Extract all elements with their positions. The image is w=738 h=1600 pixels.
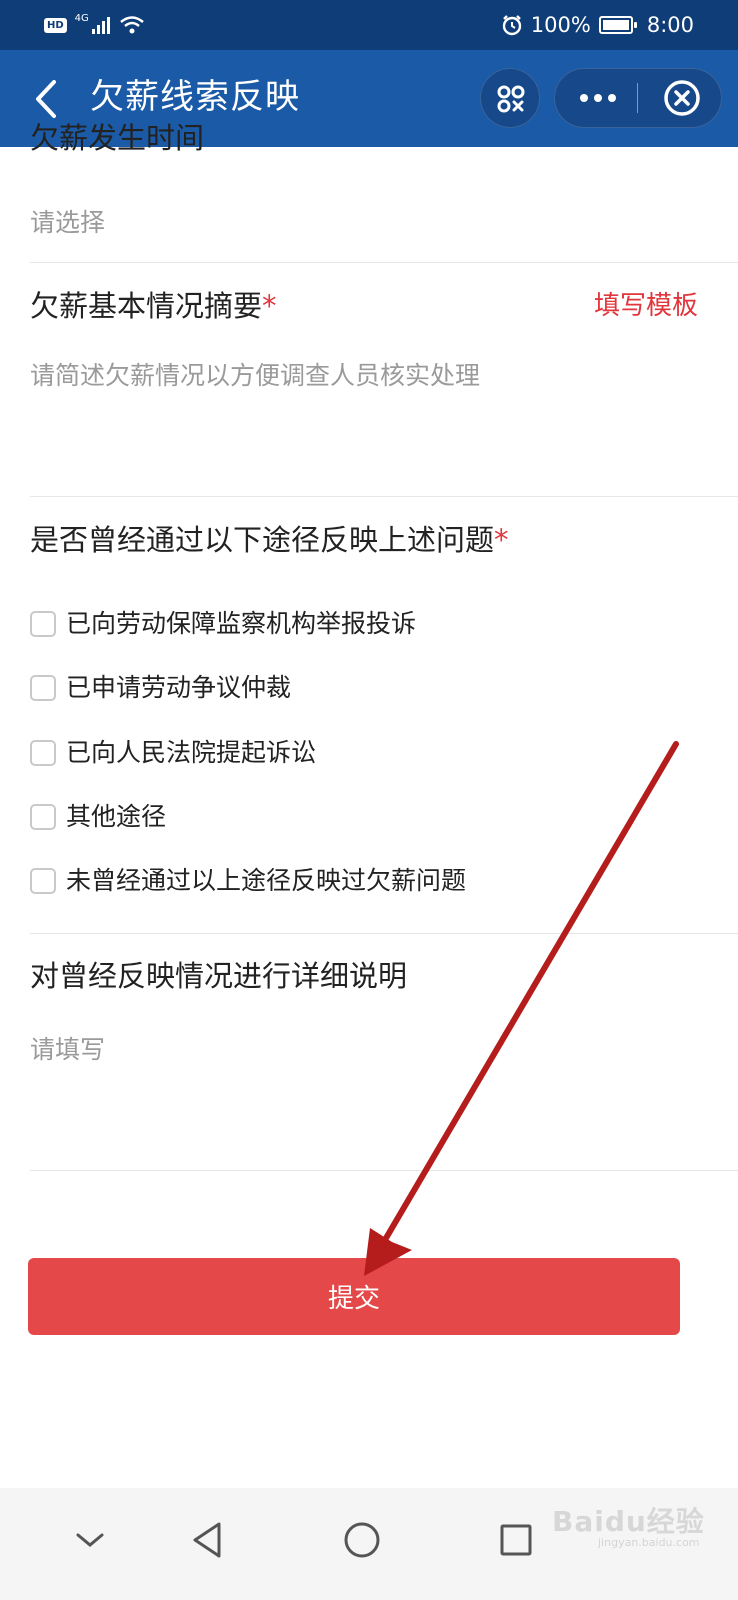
back-triangle-icon: [193, 1522, 221, 1558]
system-back-button[interactable]: [177, 1510, 237, 1570]
mini-program-capsule: [554, 68, 722, 128]
divider: [30, 933, 738, 934]
hide-nav-button[interactable]: [60, 1510, 120, 1570]
checkbox[interactable]: [30, 868, 56, 894]
clock: 8:00: [646, 13, 694, 37]
checkbox-option[interactable]: 未曾经通过以上途径反映过欠薪问题: [30, 861, 466, 901]
home-circle-icon: [344, 1522, 380, 1558]
close-icon: [664, 80, 700, 116]
checkbox[interactable]: [30, 804, 56, 830]
submit-button[interactable]: 提交: [28, 1258, 680, 1335]
divider: [30, 496, 738, 497]
divider: [30, 262, 738, 263]
summary-label: 欠薪基本情况摘要*: [30, 286, 277, 326]
watermark-url: jingyan.baidu.com: [598, 1536, 700, 1549]
checkbox-option[interactable]: 其他途径: [30, 797, 166, 837]
capsule-divider: [637, 83, 638, 113]
back-button[interactable]: [28, 78, 68, 120]
system-home-button[interactable]: [332, 1510, 392, 1570]
status-left: HD 4G: [44, 12, 145, 38]
checkbox-option[interactable]: 已向人民法院提起诉讼: [30, 733, 316, 773]
checkbox-label: 未曾经通过以上途径反映过欠薪问题: [66, 866, 467, 895]
battery-percent: 100%: [530, 13, 591, 37]
submit-label: 提交: [327, 1284, 380, 1314]
checkbox-label: 已向人民法院提起诉讼: [66, 738, 317, 767]
checkbox[interactable]: [30, 675, 56, 701]
checkbox[interactable]: [30, 740, 56, 766]
summary-label-text: 欠薪基本情况摘要: [30, 289, 263, 323]
system-recents-button[interactable]: [486, 1510, 546, 1570]
more-icon: [580, 94, 616, 102]
channels-label-text: 是否曾经通过以下途径反映上述问题: [30, 523, 495, 557]
checkbox-label: 已申请劳动争议仲裁: [66, 673, 292, 702]
close-button[interactable]: [651, 69, 713, 127]
checkbox-label: 已向劳动保障监察机构举报投诉: [66, 609, 417, 638]
page-title: 欠薪线索反映: [90, 77, 300, 117]
chevron-down-icon: [76, 1533, 104, 1547]
hd-badge: HD: [44, 17, 67, 33]
signal-icon: [91, 17, 110, 34]
network-type: 4G: [74, 13, 89, 24]
alarm-icon: [502, 15, 521, 36]
checkbox[interactable]: [30, 611, 56, 637]
watermark: Baidu经验: [552, 1505, 705, 1538]
status-bar: HD 4G 100% 8:00: [0, 0, 738, 50]
channels-label: 是否曾经通过以下途径反映上述问题*: [30, 520, 509, 560]
status-right: 100% 8:00: [501, 10, 694, 40]
detail-textarea[interactable]: 请填写: [30, 1032, 710, 1158]
scan-button[interactable]: [480, 68, 540, 128]
checkbox-option[interactable]: 已申请劳动争议仲裁: [30, 668, 291, 708]
required-mark: *: [494, 523, 509, 557]
scan-icon: [497, 85, 525, 113]
date-select[interactable]: 请选择: [30, 205, 710, 245]
detail-label: 对曾经反映情况进行详细说明: [30, 959, 408, 993]
fill-template-link[interactable]: 填写模板: [594, 288, 698, 324]
checkbox-label: 其他途径: [66, 802, 167, 831]
wifi-icon: [120, 16, 144, 34]
divider: [30, 1170, 738, 1171]
recents-square-icon: [500, 1524, 532, 1556]
back-icon: [36, 80, 56, 118]
required-mark: *: [262, 289, 277, 323]
more-button[interactable]: [563, 69, 633, 127]
summary-textarea[interactable]: 请简述欠薪情况以方便调查人员核实处理: [30, 358, 710, 488]
checkbox-option[interactable]: 已向劳动保障监察机构举报投诉: [30, 604, 416, 644]
battery-charging-icon: [598, 16, 637, 34]
date-field-label: 欠薪发生时间: [30, 121, 205, 155]
